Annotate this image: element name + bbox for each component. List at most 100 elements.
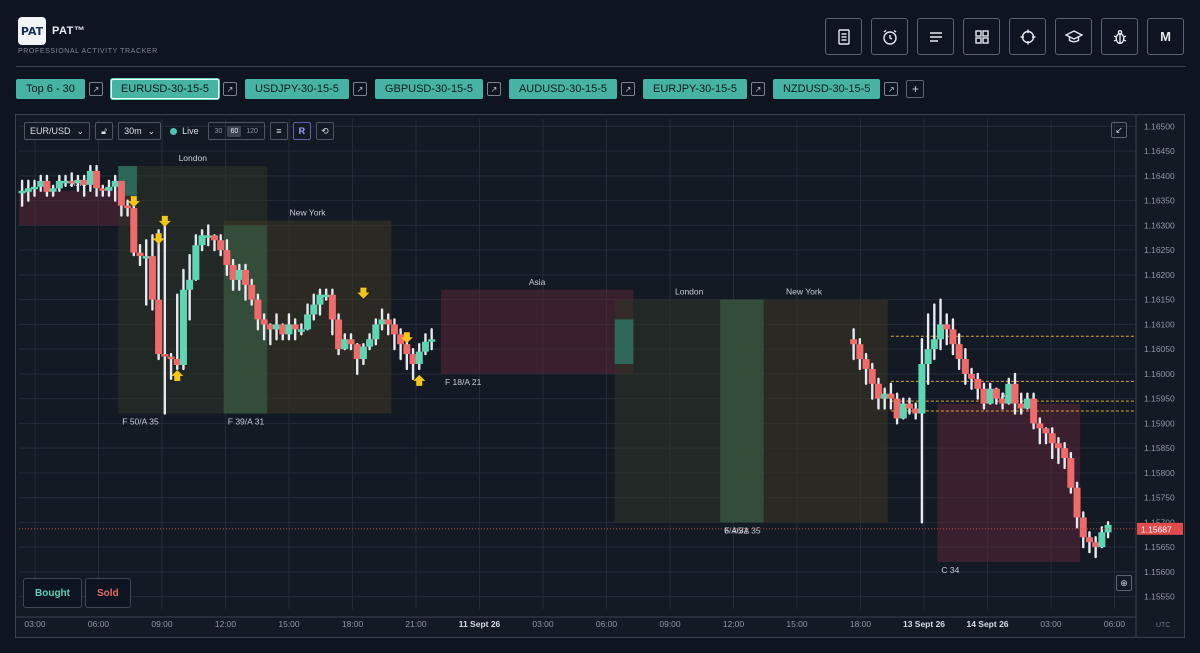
zoom-option-120[interactable]: 120 (243, 126, 261, 137)
candle-body (881, 393, 889, 399)
candle-body (279, 324, 287, 335)
history-icon: ⟲ (321, 125, 329, 136)
x-tick-label: 14 Sept 26 (966, 619, 1008, 629)
x-tick-label: 15:00 (278, 619, 300, 629)
chart-panel[interactable]: 1.16500 1.16450 1.16400 1.16350 1.16300 1.162… (15, 114, 1185, 638)
live-toggle[interactable]: Live (166, 122, 203, 140)
alarm-icon (882, 29, 897, 45)
candle-body (124, 205, 132, 209)
candle-body (105, 186, 113, 191)
candle-body (868, 368, 876, 384)
crosshair-button[interactable] (1009, 18, 1046, 55)
y-tick-label: 1.16500 (1144, 121, 1175, 131)
tab-1[interactable]: EURUSD-30-15-5 (110, 79, 219, 99)
tab-popout-button[interactable]: ↗ (486, 82, 501, 96)
candle-body (242, 269, 250, 285)
list-button[interactable] (917, 18, 954, 55)
candle-body (899, 403, 907, 419)
tab-0[interactable]: Top 6 - 30 (16, 79, 85, 99)
tab-popout-button[interactable]: ↗ (621, 82, 635, 96)
y-tick-label: 1.16400 (1144, 171, 1175, 181)
menu-lines-icon (929, 31, 942, 42)
y-tick-label: 1.15800 (1144, 468, 1175, 478)
symbol-select[interactable]: EUR/USD ⌄ (24, 122, 91, 140)
bug-report-button[interactable] (1101, 18, 1138, 55)
candle-body (130, 208, 138, 253)
candle-body (43, 180, 51, 192)
trade-filter: Bought Sold (23, 578, 131, 608)
candle-body (192, 245, 200, 280)
y-tick-label: 1.15850 (1144, 443, 1175, 453)
crosshair-icon (1020, 29, 1035, 44)
candle-body (291, 324, 299, 330)
collapse-button[interactable]: ↙ (1111, 122, 1127, 138)
chevron-down-icon: ⌄ (76, 125, 85, 136)
candle-body (918, 364, 926, 414)
journal-icon (837, 28, 850, 45)
x-tick-label: 21:00 (405, 619, 427, 629)
zoom-option-60[interactable]: 60 (227, 125, 242, 137)
x-tick-label: 03:00 (532, 619, 554, 629)
candle-body (912, 408, 920, 414)
session-note: F 50/A 35 (122, 416, 159, 426)
candle-body (31, 186, 39, 190)
candle-body (856, 344, 864, 360)
lock-button[interactable]: 🔓︎ (95, 122, 114, 140)
chevron-down-icon: ⌄ (147, 125, 156, 136)
session-zone-asia (937, 403, 1081, 562)
tab-3[interactable]: GBPUSD-30-15-5 (374, 79, 483, 99)
candle-body (409, 354, 417, 364)
r-button[interactable]: R (292, 122, 311, 140)
candle-body (68, 180, 76, 184)
tab-2[interactable]: USDJPY-30-15-5 (244, 79, 349, 99)
list-view-button[interactable]: ≡ (269, 122, 288, 140)
academy-button[interactable] (1055, 18, 1092, 55)
candle-body (155, 299, 163, 355)
tab-4[interactable]: AUDUSD-30-15-5 (508, 79, 617, 99)
timeframe-select[interactable]: 30m ⌄ (118, 122, 162, 140)
candle-body (260, 319, 268, 325)
candle-body (223, 250, 231, 266)
history-button[interactable]: ⟲ (315, 122, 334, 140)
candle-body (1023, 398, 1031, 409)
candle-body (1042, 428, 1050, 434)
candle-body (142, 256, 150, 259)
candle-body (1085, 537, 1093, 543)
x-tick-label: 09:00 (659, 619, 681, 629)
center-chart-button[interactable]: ⊕ (1116, 575, 1132, 591)
app-name: PAT™ (52, 25, 86, 37)
grid-button[interactable] (963, 18, 1000, 55)
y-tick-label: 1.16300 (1144, 220, 1175, 230)
tab-popout-button[interactable]: ↗ (750, 82, 765, 96)
journal-button[interactable] (825, 18, 862, 55)
candle-body (210, 235, 218, 241)
user-avatar[interactable]: M (1147, 18, 1184, 55)
lock-icon: 🔓︎ (101, 125, 107, 136)
tab-popout-button[interactable]: ↗ (884, 82, 899, 96)
timeframe-value: 30m (124, 126, 142, 136)
tab-popout-button[interactable]: ↗ (88, 82, 103, 96)
chart-toolbar: EUR/USD ⌄ 🔓︎ 30m ⌄ Live 30 60 120 ≡ R ⟲ (24, 122, 334, 140)
tab-popout-button[interactable]: ↗ (222, 82, 237, 96)
tab-5[interactable]: EURJPY-30-15-5 (643, 79, 747, 99)
alarm-button[interactable] (871, 18, 908, 55)
candle-body (310, 304, 318, 315)
candle-body (930, 339, 938, 350)
candle-body (905, 403, 913, 409)
sold-button[interactable]: Sold (85, 578, 131, 608)
price-chart[interactable]: 1.16500 1.16450 1.16400 1.16350 1.16300 1.162… (16, 115, 1184, 637)
candle-body (384, 319, 392, 325)
candle-body (186, 279, 194, 290)
candle-body (173, 359, 181, 365)
tab-6[interactable]: NZDUSD-30-15-5 (772, 79, 881, 99)
bought-button[interactable]: Bought (23, 578, 82, 608)
tab-popout-button[interactable]: ↗ (352, 82, 367, 96)
candle-body (24, 188, 32, 192)
app-logo[interactable]: PAT (18, 17, 46, 45)
candle-body (1036, 423, 1044, 429)
candle-body (937, 324, 945, 340)
add-tab-button[interactable]: + (906, 80, 925, 98)
candle-body (1030, 398, 1038, 424)
live-label: Live (182, 126, 199, 136)
zoom-option-30[interactable]: 30 (212, 126, 226, 137)
